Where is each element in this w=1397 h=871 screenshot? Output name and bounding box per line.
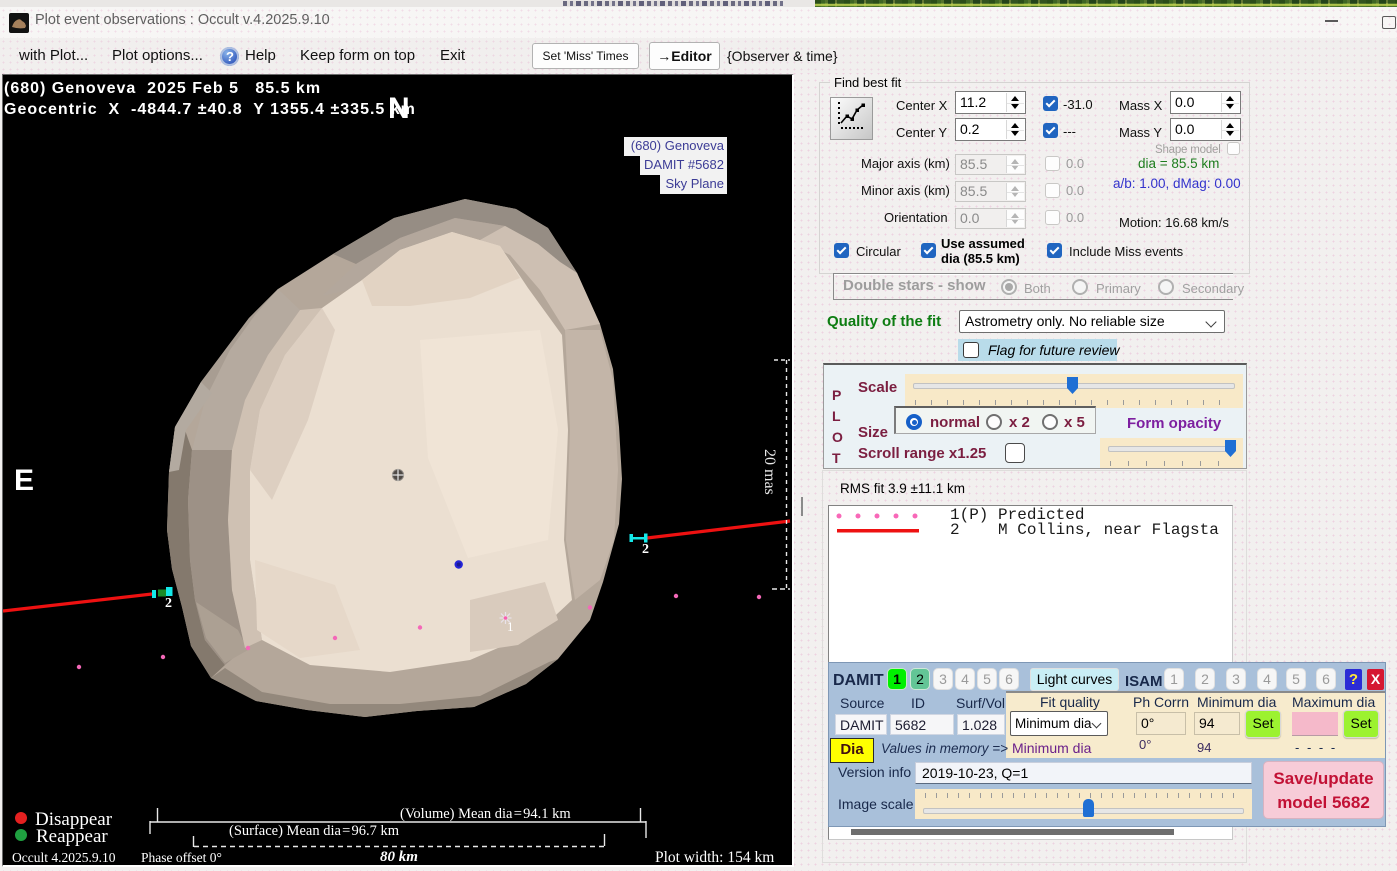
svg-text:2: 2	[642, 542, 649, 557]
svg-text:2: 2	[165, 596, 172, 611]
